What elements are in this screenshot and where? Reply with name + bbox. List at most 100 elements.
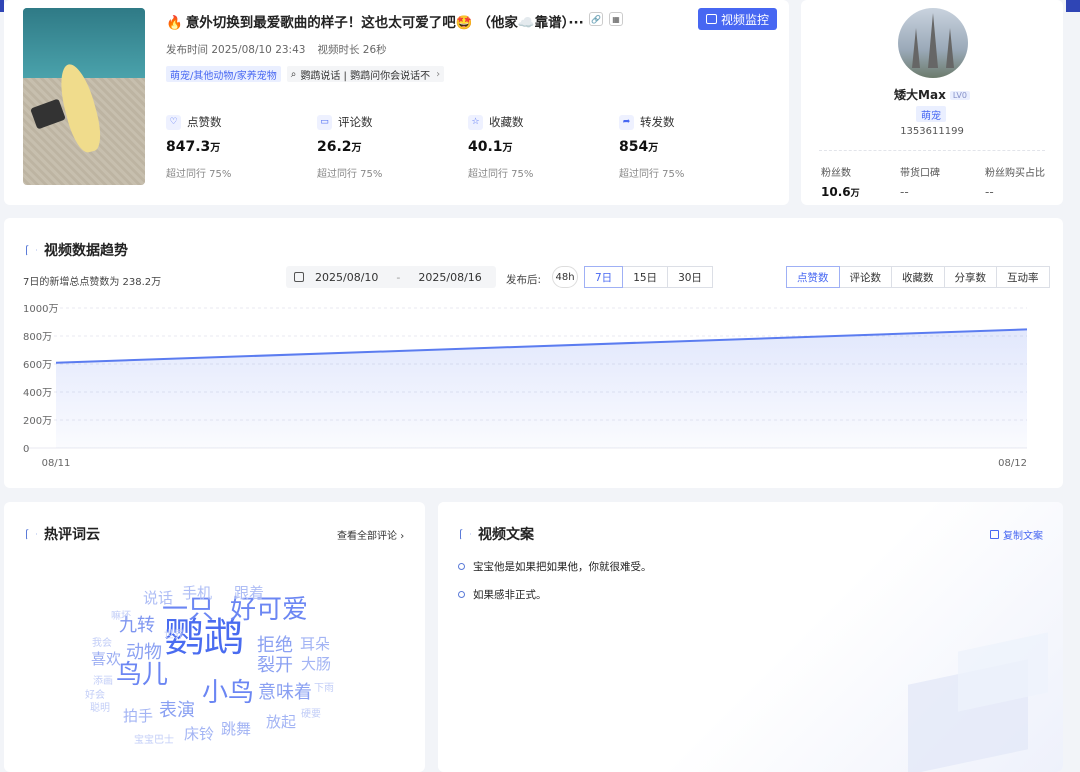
copy-icon bbox=[990, 530, 999, 539]
topic-tag[interactable]: ⌕ 鹦鹉说话 | 鹦鹉问你会说话不 › bbox=[286, 66, 445, 82]
cloud-word[interactable]: 下雨 bbox=[314, 683, 334, 694]
video-title-text: 意外切换到最爱歌曲的样子！这也太可爱了吧🤩 （他家☁️靠谱）··· bbox=[185, 15, 584, 31]
top-accent-bar-right bbox=[1066, 0, 1080, 12]
stat-value: 40.1 bbox=[468, 139, 503, 155]
divider bbox=[819, 150, 1045, 151]
cloud-word[interactable]: 表演 bbox=[159, 701, 195, 720]
author-card: 矮大Max LV0 萌宠 1353611199 粉丝数 10.6万 带货口碑 --… bbox=[801, 0, 1063, 205]
stat-compare: 超过同行 75% bbox=[166, 169, 232, 180]
range-button-7d[interactable]: 7日 bbox=[584, 266, 624, 288]
bullet-icon bbox=[458, 563, 465, 570]
y-tick-label: 400万 bbox=[23, 388, 52, 399]
author-fans: 粉丝数 10.6万 bbox=[821, 164, 860, 199]
video-tags: 萌宠/其他动物/家养宠物 ⌕ 鹦鹉说话 | 鹦鹉问你会说话不 › bbox=[166, 66, 445, 82]
stat-comments: ▭ 评论数 26.2万 超过同行 75% bbox=[317, 114, 457, 180]
author-name[interactable]: 矮大Max LV0 bbox=[801, 86, 1063, 103]
copy-line-text: 宝宝他是如果把如果他，你就很难受。 bbox=[473, 561, 652, 573]
video-thumbnail[interactable] bbox=[23, 8, 145, 185]
avatar-spire bbox=[946, 28, 954, 68]
metric-tab-engagement[interactable]: 互动率 bbox=[996, 266, 1050, 288]
stat-unit: 万 bbox=[502, 143, 513, 154]
range-button-15d[interactable]: 15日 bbox=[622, 266, 669, 288]
metric-label: 带货口碑 bbox=[900, 168, 940, 179]
cloud-word[interactable]: 鸟儿 bbox=[116, 662, 168, 688]
cloud-word[interactable]: 宝宝巴士 bbox=[134, 735, 174, 746]
cloud-word[interactable]: 放起 bbox=[266, 715, 296, 730]
monitor-label: 视频监控 bbox=[721, 12, 770, 27]
video-info-card: 🔥 意外切换到最爱歌曲的样子！这也太可爱了吧🤩 （他家☁️靠谱）··· 🔗 ▦ 视… bbox=[4, 0, 789, 205]
metric-label: 粉丝购买占比 bbox=[985, 168, 1045, 179]
metric-label: 粉丝数 bbox=[821, 168, 851, 179]
cloud-word[interactable]: 聪明 bbox=[90, 703, 110, 714]
trend-title-text: 视频数据趋势 bbox=[44, 243, 128, 259]
trend-subtitle: 7日的新增总点赞数为 238.2万 bbox=[23, 277, 162, 288]
play-icon bbox=[26, 528, 37, 540]
qr-code-icon[interactable]: ▦ bbox=[609, 12, 623, 26]
cloud-word[interactable]: 跳舞 bbox=[221, 722, 251, 737]
cloud-word[interactable]: 我会 bbox=[92, 638, 112, 649]
stat-value: 847.3 bbox=[166, 139, 211, 155]
avatar-spire bbox=[928, 13, 938, 68]
cloud-word[interactable]: 拒绝 bbox=[257, 636, 293, 655]
cloud-word[interactable]: 跟着 bbox=[234, 586, 264, 601]
trend-chart[interactable]: 0 200万 400万 600万 800万 1000万 08/11 08/12 bbox=[4, 298, 1063, 468]
stat-favorites: ☆ 收藏数 40.1万 超过同行 75% bbox=[468, 114, 608, 180]
cloud-word[interactable]: 嘛坏 bbox=[111, 611, 131, 622]
comment-icon: ▭ bbox=[317, 114, 332, 130]
stat-unit: 万 bbox=[210, 143, 221, 154]
search-icon: ⌕ bbox=[290, 68, 297, 80]
x-tick-label: 08/11 bbox=[42, 458, 71, 468]
heart-icon: ♡ bbox=[166, 114, 181, 130]
cloud-title-text: 热评词云 bbox=[44, 527, 100, 543]
link-icon[interactable]: 🔗 bbox=[589, 12, 603, 26]
metric-value: 10.6 bbox=[821, 185, 851, 199]
copy-title-text: 视频文案 bbox=[478, 527, 534, 543]
range-48h-button[interactable]: 48h bbox=[552, 266, 578, 288]
cloud-word[interactable]: 床铃 bbox=[184, 727, 214, 742]
cloud-word[interactable]: 拍手 bbox=[123, 709, 153, 724]
video-title[interactable]: 🔥 意外切换到最爱歌曲的样子！这也太可爱了吧🤩 （他家☁️靠谱）··· bbox=[166, 11, 584, 31]
view-all-comments-link[interactable]: 查看全部评论 › bbox=[337, 527, 404, 542]
cloud-word[interactable]: 动物 bbox=[126, 643, 162, 662]
cloud-word[interactable]: 添画 bbox=[93, 676, 113, 687]
cloud-word[interactable]: 手机 bbox=[182, 586, 212, 601]
cloud-word[interactable]: 喜欢 bbox=[91, 652, 121, 667]
cloud-word[interactable]: 耳朵 bbox=[300, 637, 330, 652]
metric-tab-likes[interactable]: 点赞数 bbox=[786, 266, 840, 288]
cloud-word[interactable]: 大肠 bbox=[301, 657, 331, 672]
cloud-title: 热评词云 bbox=[26, 524, 100, 544]
metric-tab-comments[interactable]: 评论数 bbox=[838, 266, 892, 288]
stat-value: 854 bbox=[619, 139, 649, 155]
view-all-text: 查看全部评论 bbox=[337, 531, 397, 542]
metric-value: -- bbox=[985, 185, 994, 199]
word-cloud-card: 热评词云 查看全部评论 › 鹦鹉 好可爱 一只 小鸟 鸟儿 九转 拒绝 裂开 意味着 表演 动物 喜欢… bbox=[4, 502, 425, 772]
cloud-word[interactable]: 硬要 bbox=[301, 709, 321, 720]
copy-line: 宝宝他是如果把如果他，你就很难受。 bbox=[458, 559, 652, 574]
metric-tab-shares[interactable]: 分享数 bbox=[943, 266, 997, 288]
avatar[interactable] bbox=[898, 8, 968, 78]
play-icon bbox=[26, 244, 37, 256]
cloud-word[interactable]: 世界 bbox=[164, 630, 184, 641]
stat-label: 点赞数 bbox=[187, 115, 222, 129]
author-name-text: 矮大Max bbox=[894, 88, 946, 102]
date-range-picker[interactable]: 2025/08/10 - 2025/08/16 bbox=[286, 266, 496, 288]
range-button-30d[interactable]: 30日 bbox=[667, 266, 713, 288]
play-icon bbox=[460, 528, 471, 540]
monitor-icon bbox=[706, 14, 717, 24]
cloud-word[interactable]: 好会 bbox=[85, 690, 105, 701]
author-reputation: 带货口碑 -- bbox=[900, 164, 940, 199]
stat-compare: 超过同行 75% bbox=[468, 169, 534, 180]
video-monitor-button[interactable]: 视频监控 bbox=[698, 8, 778, 30]
y-tick-label: 200万 bbox=[23, 416, 52, 427]
cloud-word[interactable]: 意味着 bbox=[258, 683, 312, 702]
metric-tab-favorites[interactable]: 收藏数 bbox=[891, 266, 945, 288]
copy-text-button[interactable]: 复制文案 bbox=[990, 527, 1043, 542]
cloud-word[interactable]: 裂开 bbox=[257, 656, 293, 675]
cloud-word[interactable]: 说话 bbox=[143, 591, 173, 606]
video-meta: 发布时间 2025/08/10 23:43 视频时长 26秒 bbox=[166, 42, 387, 57]
category-tag[interactable]: 萌宠/其他动物/家养宠物 bbox=[166, 66, 281, 82]
author-category: 萌宠 bbox=[916, 106, 946, 122]
cloud-word[interactable]: 小鸟 bbox=[202, 680, 254, 706]
metric-unit: 万 bbox=[850, 189, 860, 199]
series-area bbox=[56, 329, 1027, 448]
